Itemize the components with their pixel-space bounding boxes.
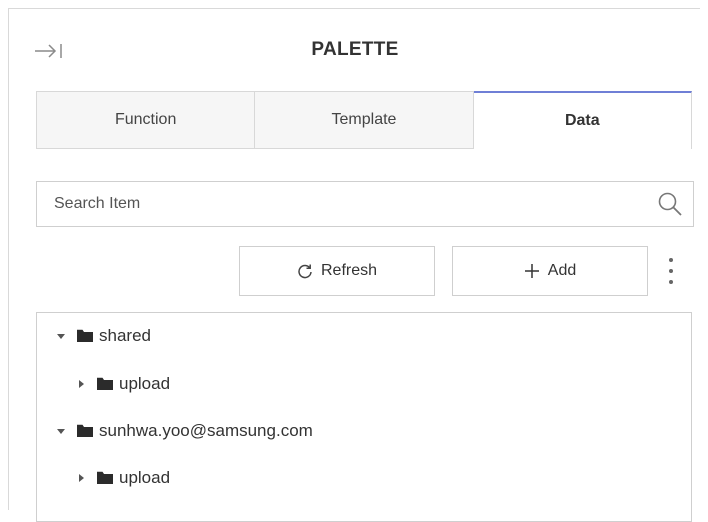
tab-bar: Function Template Data [36, 91, 692, 149]
add-label: Add [547, 262, 577, 279]
folder-icon [77, 329, 93, 342]
tree-item-label: upload [119, 374, 171, 393]
more-vertical-icon [669, 258, 673, 262]
tab-function[interactable]: Function [36, 91, 256, 149]
tree-item-user-folder[interactable]: sunhwa.yoo@samsung.com [55, 415, 313, 447]
refresh-icon [298, 264, 312, 279]
refresh-button[interactable]: Refresh [239, 246, 435, 296]
refresh-label: Refresh [320, 262, 378, 279]
tab-template[interactable]: Template [255, 91, 474, 149]
add-button[interactable]: Add [452, 246, 648, 296]
more-dot [669, 269, 673, 273]
search-box [36, 181, 694, 227]
caret-right-icon[interactable] [75, 472, 87, 484]
palette-panel: PALETTE Function Template Data Refresh A… [8, 8, 700, 522]
caret-down-icon[interactable] [55, 330, 67, 342]
tab-data[interactable]: Data [473, 91, 692, 149]
tree-item-label: sunhwa.yoo@samsung.com [99, 421, 313, 440]
plus-icon [524, 264, 539, 278]
tree-item-upload[interactable]: upload [75, 462, 170, 494]
tree-item-label: shared [99, 326, 151, 345]
data-tree: shared upload sunhwa.yoo@samsung.com upl… [36, 312, 692, 522]
tree-item-shared[interactable]: shared [55, 320, 151, 352]
folder-icon [97, 471, 113, 484]
folder-icon [77, 424, 93, 437]
panel-title: PALETTE [311, 39, 399, 60]
caret-down-icon[interactable] [55, 425, 67, 437]
tree-item-upload[interactable]: upload [75, 368, 170, 400]
search-icon[interactable] [657, 191, 683, 217]
search-input[interactable] [37, 182, 657, 226]
folder-icon [97, 377, 113, 390]
tree-item-label: upload [119, 468, 171, 487]
more-dot [669, 280, 673, 284]
caret-right-icon[interactable] [75, 378, 87, 390]
more-options-button[interactable] [661, 254, 681, 288]
